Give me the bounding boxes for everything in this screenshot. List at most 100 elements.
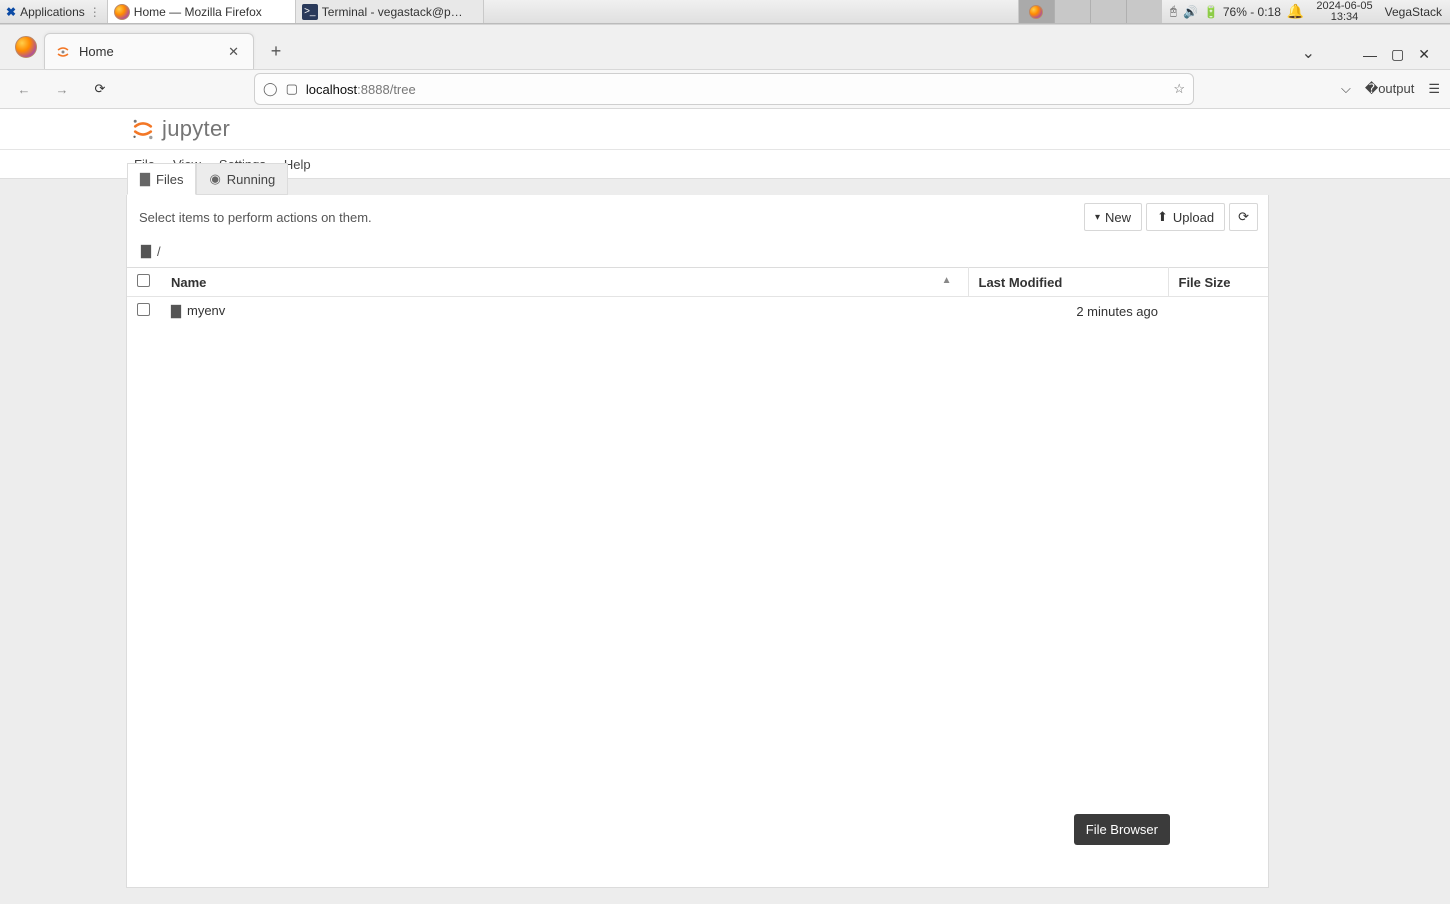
window-controls: — ▢ ✕ (1351, 46, 1442, 63)
firefox-icon (114, 4, 130, 20)
tab-running[interactable]: ◉ Running (196, 163, 288, 195)
taskbar-task-terminal[interactable]: >_ Terminal - vegastack@p… (296, 0, 484, 23)
minimize-button[interactable]: — (1363, 47, 1377, 63)
menu-separator-icon: ⋮ (89, 5, 101, 19)
file-browser-panel: ▇ Files ◉ Running Select items to perfor… (126, 195, 1269, 888)
applications-menu[interactable]: ✖ Applications ⋮ (0, 0, 108, 23)
tab-files-label: Files (156, 172, 183, 187)
breadcrumb-folder-icon[interactable]: ▇ (141, 243, 151, 259)
navigation-toolbar: ← → ⟳ ◯ ▢ localhost:8888/tree ☆ ⌵ �outpu… (0, 69, 1450, 109)
header-size-label: File Size (1179, 275, 1231, 290)
workspace-indicator-1[interactable] (1018, 0, 1054, 23)
firefox-window: Home ✕ + ⌄ — ▢ ✕ ← → ⟳ ◯ ▢ localhost:888… (0, 24, 1450, 904)
row-name: myenv (187, 303, 225, 318)
toolbar-right: ⌵ �output ☰ (1341, 81, 1440, 97)
upload-icon: ⬆ (1157, 209, 1168, 225)
url-text: localhost:8888/tree (306, 82, 416, 97)
tab-title: Home (79, 44, 216, 59)
shield-icon[interactable]: ◯ (263, 81, 278, 97)
notifications-icon[interactable]: 🔔 (1287, 3, 1304, 20)
row-checkbox[interactable] (137, 303, 150, 316)
tab-list-button[interactable]: ⌄ (1302, 43, 1315, 63)
new-button[interactable]: ▾New (1084, 203, 1142, 231)
sort-ascending-icon: ▲ (942, 275, 952, 286)
header-name-label: Name (171, 275, 206, 290)
header-size[interactable]: File Size (1168, 268, 1268, 297)
close-window-button[interactable]: ✕ (1418, 46, 1430, 63)
os-taskbar: ✖ Applications ⋮ Home — Mozilla Firefox … (0, 0, 1450, 24)
url-rest: :8888/tree (357, 82, 416, 97)
file-browser-tooltip: File Browser (1074, 814, 1170, 845)
system-tray: 🖰 🔊 🔋 76% - 0:18 🔔 2024-06-05 13:34 Vega… (1162, 0, 1450, 23)
jupyter-logo-icon (130, 116, 156, 142)
new-label: New (1105, 210, 1131, 225)
applications-label: Applications (20, 5, 85, 19)
folder-icon: ▇ (171, 303, 181, 318)
page-content: jupyter File View Settings Help ▇ Files … (0, 109, 1450, 904)
tab-running-label: Running (227, 172, 275, 187)
bookmark-star-icon[interactable]: ☆ (1173, 81, 1185, 97)
battery-indicator[interactable]: 🔋 76% - 0:18 (1204, 5, 1281, 19)
browser-tab-home[interactable]: Home ✕ (44, 33, 254, 69)
workspace-indicator-4[interactable] (1126, 0, 1162, 23)
back-button[interactable]: ← (10, 75, 38, 103)
pocket-icon[interactable]: ⌵ (1341, 81, 1351, 97)
url-host: localhost (306, 82, 357, 97)
table-header-row: Name ▲ Last Modified File Size (127, 268, 1268, 297)
user-label[interactable]: VegaStack (1385, 5, 1442, 19)
row-modified: 2 minutes ago (968, 297, 1168, 326)
workspace-indicator-2[interactable] (1054, 0, 1090, 23)
clock[interactable]: 2024-06-05 13:34 (1310, 1, 1378, 23)
battery-text: 76% - 0:18 (1223, 5, 1281, 19)
upload-button[interactable]: ⬆ Upload (1146, 203, 1225, 231)
firefox-home-button[interactable] (8, 29, 44, 65)
task-firefox-label: Home — Mozilla Firefox (134, 5, 262, 19)
selection-hint: Select items to perform actions on them. (139, 210, 372, 225)
site-info-icon[interactable]: ▢ (286, 81, 298, 97)
breadcrumb-root[interactable]: / (157, 244, 161, 259)
row-name-cell[interactable]: ▇ myenv (161, 297, 968, 326)
network-icon[interactable]: 🖰 (1170, 4, 1177, 19)
jupyter-body: ▇ Files ◉ Running Select items to perfor… (0, 179, 1450, 904)
clock-time: 13:34 (1316, 12, 1372, 23)
jupyter-header: jupyter (0, 109, 1450, 149)
header-checkbox-cell (127, 268, 161, 297)
maximize-button[interactable]: ▢ (1391, 46, 1404, 63)
header-modified[interactable]: Last Modified (968, 268, 1168, 297)
forward-button[interactable]: → (48, 75, 76, 103)
table-row[interactable]: ▇ myenv 2 minutes ago (127, 297, 1268, 326)
select-all-checkbox[interactable] (137, 274, 150, 287)
tooltip-text: File Browser (1086, 822, 1158, 837)
taskbar-task-firefox[interactable]: Home — Mozilla Firefox (108, 0, 296, 23)
breadcrumb: ▇ / (127, 239, 1268, 267)
firefox-small-icon (1029, 5, 1043, 19)
extensions-icon[interactable]: �output (1365, 81, 1414, 97)
folder-icon: ▇ (140, 171, 150, 187)
reload-button[interactable]: ⟳ (86, 75, 114, 103)
new-tab-button[interactable]: + (262, 37, 290, 65)
header-name[interactable]: Name ▲ (161, 268, 968, 297)
refresh-button[interactable]: ⟳ (1229, 203, 1258, 231)
tab-close-icon[interactable]: ✕ (224, 42, 243, 62)
jupyter-favicon-icon (55, 44, 71, 60)
terminal-icon: >_ (302, 4, 318, 20)
applications-icon: ✖ (6, 5, 16, 19)
header-modified-label: Last Modified (979, 275, 1063, 290)
jupyter-logo-text: jupyter (162, 116, 230, 142)
file-table: Name ▲ Last Modified File Size ▇ myenv 2 m… (127, 267, 1268, 325)
clock-date: 2024-06-05 (1316, 1, 1372, 12)
tab-files[interactable]: ▇ Files (127, 163, 196, 195)
upload-label: Upload (1173, 210, 1214, 225)
volume-icon[interactable]: 🔊 (1183, 5, 1198, 19)
running-icon: ◉ (209, 171, 220, 187)
app-menu-icon[interactable]: ☰ (1428, 81, 1440, 97)
jupyter-logo[interactable]: jupyter (130, 116, 230, 142)
file-toolbar: Select items to perform actions on them.… (127, 195, 1268, 239)
refresh-icon: ⟳ (1238, 209, 1249, 225)
row-size (1168, 297, 1268, 326)
firefox-icon (15, 36, 37, 58)
tab-strip: Home ✕ + ⌄ — ▢ ✕ (0, 25, 1450, 69)
url-bar[interactable]: ◯ ▢ localhost:8888/tree ☆ (254, 73, 1194, 105)
workspace-indicator-3[interactable] (1090, 0, 1126, 23)
task-terminal-label: Terminal - vegastack@p… (322, 5, 463, 19)
